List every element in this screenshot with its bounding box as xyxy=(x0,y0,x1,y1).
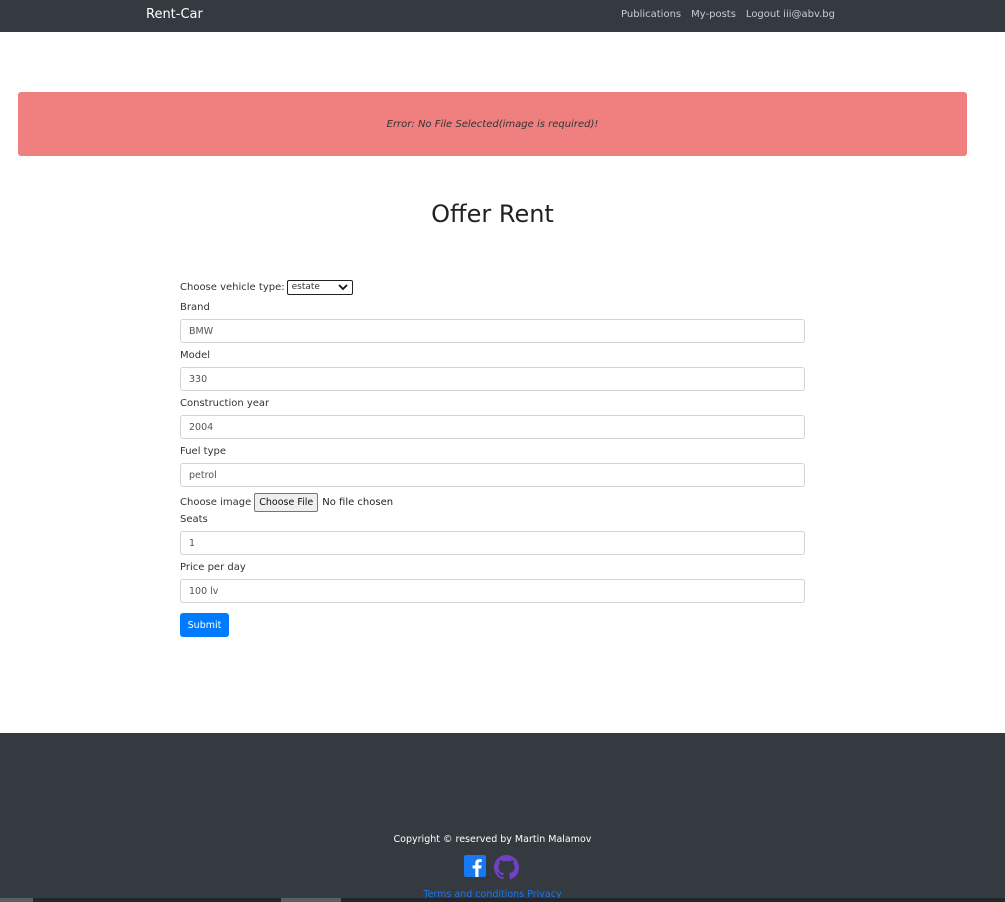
vehicle-type-row: Choose vehicle type: estate xyxy=(180,279,805,295)
fuel-type-input[interactable]: petrol xyxy=(180,463,805,487)
seats-label: Seats xyxy=(180,514,208,525)
price-per-day-input[interactable]: 100 lv xyxy=(180,579,805,603)
error-alert-message: Error: No File Selected(image is require… xyxy=(386,118,599,130)
error-alert: Error: No File Selected(image is require… xyxy=(18,92,967,156)
submit-button[interactable]: Submit xyxy=(180,613,229,637)
taskbar-strip xyxy=(0,898,1005,902)
logout-label: Logout xyxy=(745,9,781,20)
model-label: Model xyxy=(180,350,211,361)
choose-image-row: Choose image Choose File No file chosen xyxy=(180,492,805,512)
nav-link-my-posts[interactable]: My-posts xyxy=(691,9,736,20)
copyright-text: Copyright © reserved by Martin Malamov xyxy=(393,834,592,845)
brand-value: BMW xyxy=(189,325,214,337)
page-title: Offer Rent xyxy=(431,200,554,228)
taskbar-segment xyxy=(281,898,341,902)
construction-year-label: Construction year xyxy=(180,398,270,409)
nav-link-publications[interactable]: Publications xyxy=(621,9,681,20)
choose-image-label: Choose image xyxy=(180,496,252,508)
brand-logo-link[interactable]: Rent-Car xyxy=(146,7,203,22)
taskbar-segment xyxy=(0,898,33,902)
vehicle-type-value: estate xyxy=(291,282,320,292)
price-per-day-value: 100 lv xyxy=(189,585,219,597)
brand-input[interactable]: BMW xyxy=(180,319,805,343)
seats-input[interactable]: 1 xyxy=(180,531,805,555)
facebook-icon[interactable] xyxy=(464,855,486,877)
seats-value: 1 xyxy=(189,537,196,549)
brand-label: Brand xyxy=(180,302,210,313)
construction-year-value: 2004 xyxy=(189,421,214,433)
vehicle-type-select[interactable]: estate xyxy=(286,279,353,295)
nav-links: Publications My-posts Logout iii@abv.bg xyxy=(621,9,835,20)
choose-file-button[interactable]: Choose File xyxy=(254,492,319,512)
vehicle-type-label: Choose vehicle type: xyxy=(180,281,285,293)
top-navbar: Rent-Car Publications My-posts Logout ii… xyxy=(0,0,1005,32)
facebook-f-glyph xyxy=(472,859,482,877)
file-status-text: No file chosen xyxy=(322,496,394,508)
nav-link-logout[interactable]: Logout iii@abv.bg xyxy=(746,9,835,20)
model-input[interactable]: 330 xyxy=(180,367,805,391)
fuel-type-value: petrol xyxy=(189,469,217,481)
social-links xyxy=(464,855,519,880)
model-value: 330 xyxy=(189,373,208,385)
github-icon[interactable] xyxy=(494,855,519,880)
user-email: iii@abv.bg xyxy=(783,9,835,20)
chevron-down-icon xyxy=(337,284,348,291)
page-footer: Copyright © reserved by Martin Malamov T… xyxy=(0,733,1005,902)
price-per-day-label: Price per day xyxy=(180,562,246,573)
construction-year-input[interactable]: 2004 xyxy=(180,415,805,439)
fuel-type-label: Fuel type xyxy=(180,446,226,457)
offer-rent-form: Choose vehicle type: estate Brand BMW Mo… xyxy=(180,279,805,637)
